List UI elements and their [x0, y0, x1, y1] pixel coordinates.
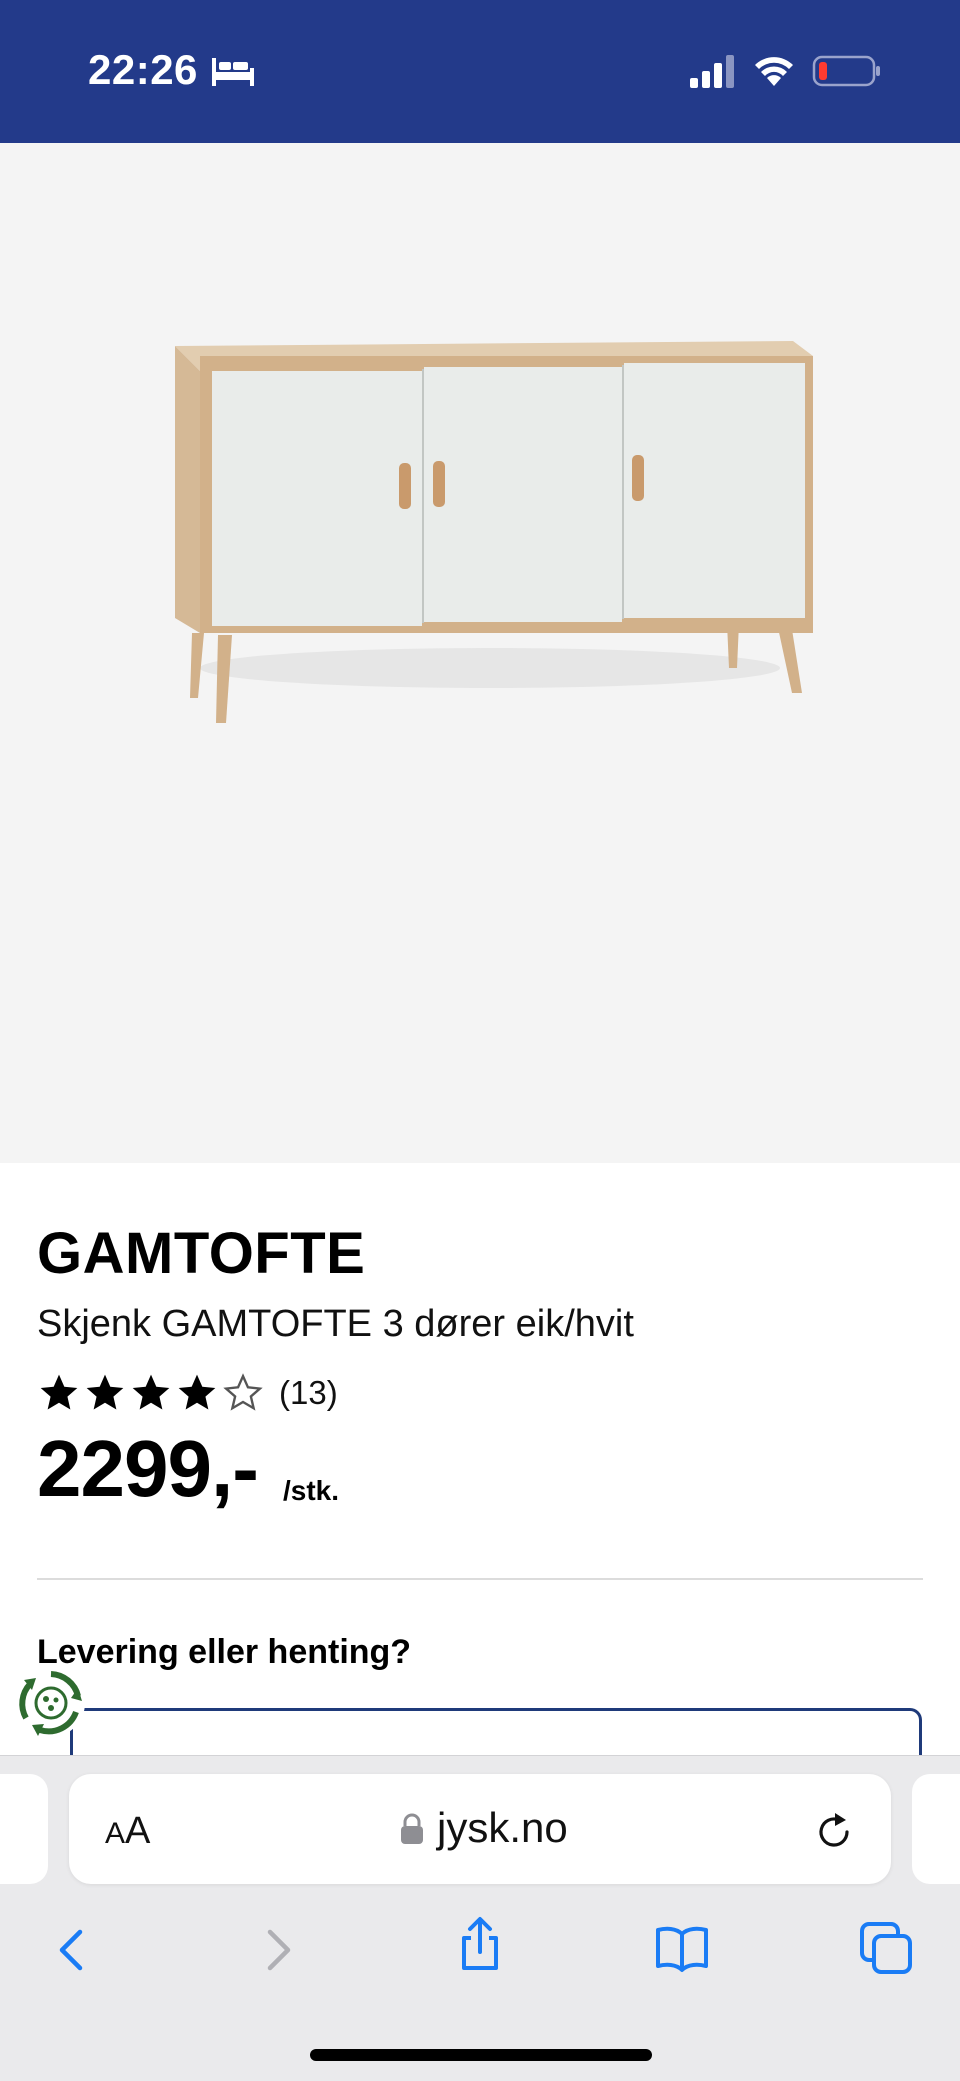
divider	[37, 1578, 923, 1580]
tabs-icon[interactable]	[858, 1920, 914, 1976]
product-brand: GAMTOFTE	[37, 1221, 366, 1286]
back-icon[interactable]	[44, 1922, 100, 1978]
star-filled-icon	[40, 1374, 78, 1410]
product-rating[interactable]: (13)	[37, 1370, 338, 1416]
lock-icon	[401, 1813, 423, 1844]
product-info: GAMTOFTE Skjenk GAMTOFTE 3 dører eik/hvi…	[0, 1163, 960, 1768]
url-text[interactable]: jysk.no	[437, 1804, 568, 1852]
wifi-icon	[755, 57, 793, 86]
battery-low-icon	[812, 55, 880, 87]
address-bar[interactable]: AA jysk.no	[69, 1774, 891, 1884]
bookmarks-icon[interactable]	[654, 1920, 710, 1976]
previous-tab-preview[interactable]	[0, 1774, 48, 1884]
reload-icon[interactable]	[815, 1810, 855, 1852]
forward-icon[interactable]	[250, 1922, 306, 1978]
product-image	[175, 341, 813, 723]
status-time: 22:26	[88, 46, 198, 93]
product-description: Skjenk GAMTOFTE 3 dører eik/hvit	[37, 1303, 634, 1345]
status-bar: 22:26	[0, 0, 960, 143]
recycle-icon[interactable]	[16, 1668, 86, 1738]
star-filled-icon	[132, 1374, 170, 1410]
review-count[interactable]: (13)	[279, 1374, 338, 1412]
share-icon[interactable]	[452, 1916, 508, 1972]
browser-toolbar: AA jysk.no	[0, 1755, 960, 2081]
cellular-signal-icon	[690, 55, 734, 88]
star-filled-icon	[86, 1374, 124, 1410]
home-indicator	[310, 2049, 652, 2061]
price-unit: /stk.	[283, 1475, 340, 1506]
product-price: 2299,-	[37, 1424, 259, 1513]
star-empty-icon	[223, 1373, 263, 1411]
bed-icon	[212, 58, 254, 86]
star-filled-icon	[178, 1374, 216, 1410]
text-size-button[interactable]: AA	[105, 1810, 150, 1853]
delivery-heading: Levering eller henting?	[37, 1633, 412, 1671]
next-tab-preview[interactable]	[912, 1774, 960, 1884]
product-image-carousel[interactable]	[0, 143, 960, 1245]
